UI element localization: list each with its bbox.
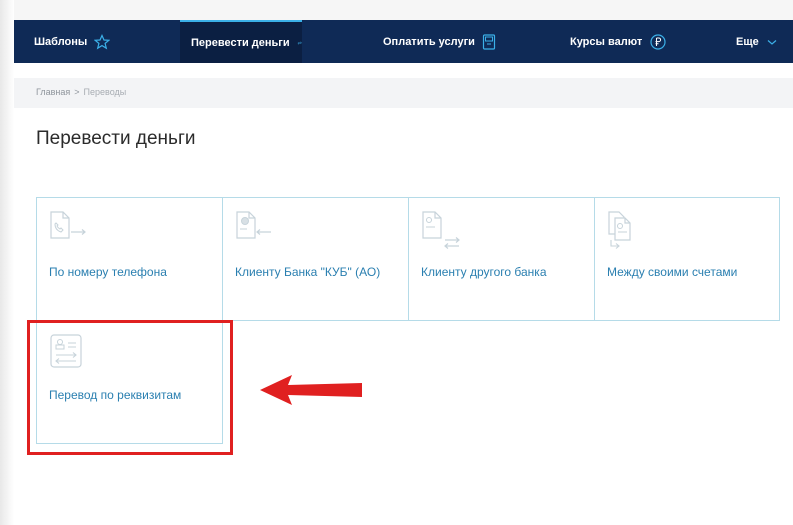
chevron-down-icon <box>767 39 777 45</box>
nav-transfer[interactable]: Перевести деньги <box>180 20 302 63</box>
nav-rates-label: Курсы валют <box>570 35 643 48</box>
card-other-bank[interactable]: Клиенту другого банка <box>408 197 595 321</box>
nav-templates[interactable]: Шаблоны <box>34 20 111 63</box>
top-navigation: Шаблоны Перевести деньги Оплатить услуги… <box>14 20 793 63</box>
breadcrumb: Главная > Переводы <box>36 87 126 97</box>
nav-pay[interactable]: Оплатить услуги <box>383 20 496 63</box>
red-arrow-icon <box>260 375 362 405</box>
terminal-icon <box>482 33 496 50</box>
card-bank-client[interactable]: Клиенту Банка "КУБ" (АО) <box>222 197 409 321</box>
breadcrumb-home[interactable]: Главная <box>36 87 70 97</box>
card-label: Между своими счетами <box>607 265 738 279</box>
phone-transfer-icon <box>50 211 86 239</box>
breadcrumb-current: Переводы <box>83 87 127 97</box>
page-top-strip <box>0 0 793 20</box>
card-own-accounts[interactable]: Между своими счетами <box>594 197 780 321</box>
bank-client-icon <box>236 211 271 239</box>
page-left-shadow <box>0 0 14 525</box>
card-phone-transfer[interactable]: По номеру телефона <box>36 197 223 321</box>
card-label: По номеру телефона <box>49 265 167 279</box>
other-bank-icon <box>422 211 460 249</box>
card-label: Клиенту Банка "КУБ" (АО) <box>235 265 381 279</box>
own-accounts-icon <box>608 211 631 249</box>
nav-templates-label: Шаблоны <box>34 35 88 48</box>
nav-more-label: Еще <box>736 35 759 48</box>
card-label: Клиенту другого банка <box>421 265 547 279</box>
nav-transfer-label: Перевести деньги <box>191 36 290 49</box>
nav-pay-label: Оплатить услуги <box>383 35 475 48</box>
star-icon <box>94 33 111 49</box>
nav-more[interactable]: Еще <box>736 20 778 63</box>
transfer-arrows-icon <box>297 41 302 45</box>
breadcrumb-separator: > <box>74 87 80 97</box>
breadcrumb-bar <box>14 78 793 108</box>
currency-ruble-icon <box>650 33 666 50</box>
page-title: Перевести деньги <box>36 128 196 149</box>
nav-rates[interactable]: Курсы валют <box>570 20 667 63</box>
highlight-frame <box>27 320 233 455</box>
